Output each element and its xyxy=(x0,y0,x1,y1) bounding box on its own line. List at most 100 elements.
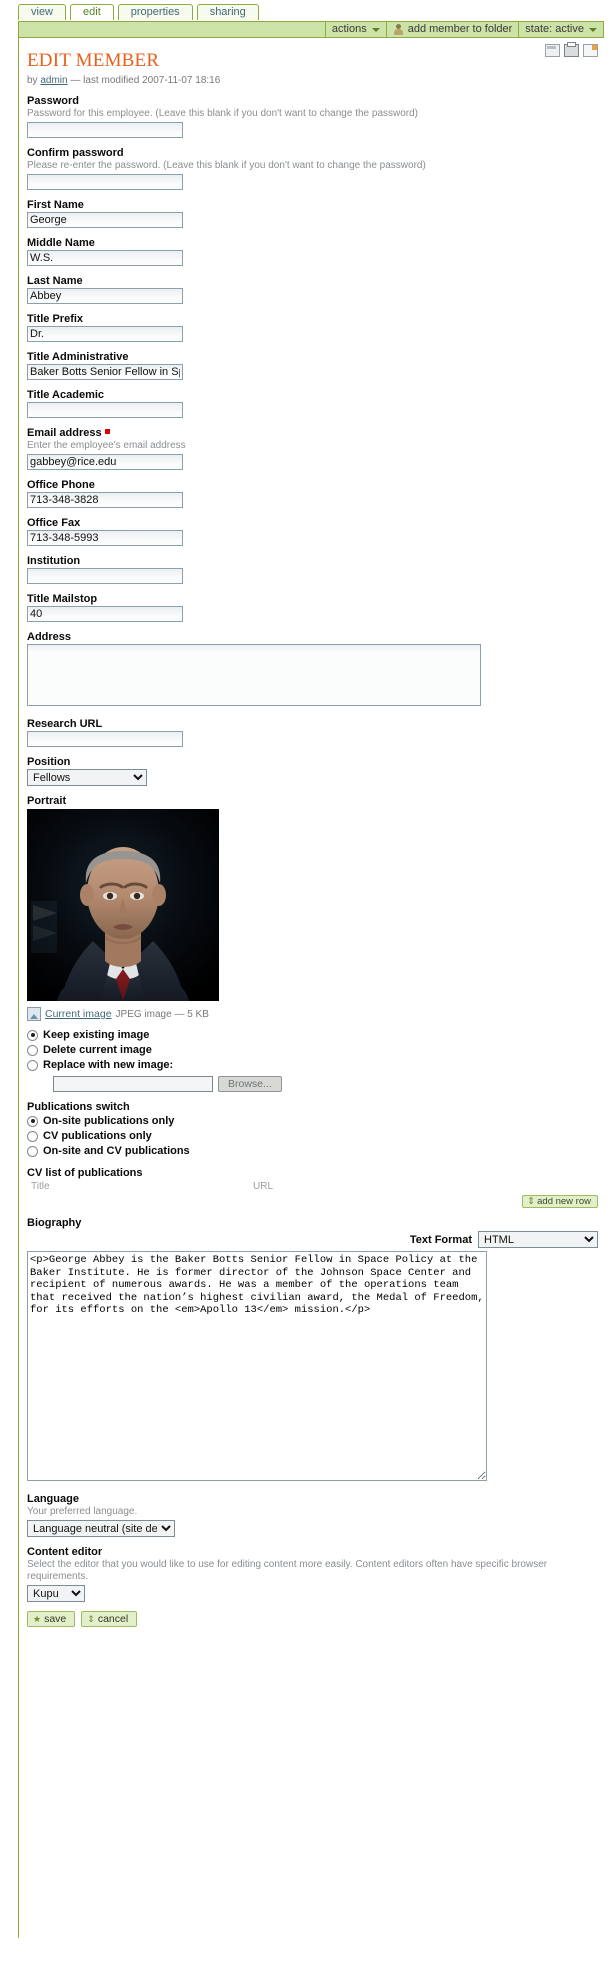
middle-name-label: Middle Name xyxy=(27,237,95,249)
actions-menu[interactable]: actions xyxy=(324,22,386,37)
add-new-row-button[interactable]: ⇕ add new row xyxy=(522,1195,598,1208)
portrait-preview xyxy=(27,809,598,1001)
cv-column-url: URL xyxy=(253,1181,274,1192)
email-label: Email address xyxy=(27,427,598,439)
research-url-input[interactable] xyxy=(27,731,183,747)
address-textarea[interactable] xyxy=(27,644,481,706)
position-select[interactable]: Fellows xyxy=(27,769,147,786)
position-label: Position xyxy=(27,756,71,768)
language-select[interactable]: Language neutral (site default) xyxy=(27,1520,175,1537)
portrait-label: Portrait xyxy=(27,795,67,807)
cv-publications-label: CV list of publications xyxy=(27,1167,143,1179)
save-button-label: save xyxy=(44,1613,67,1625)
field-first-name: First Name xyxy=(27,199,598,228)
publications-option-onsite[interactable]: On-site publications only xyxy=(27,1114,598,1128)
title-mailstop-input[interactable] xyxy=(27,606,183,622)
tab-properties[interactable]: properties xyxy=(117,4,193,20)
field-office-phone: Office Phone xyxy=(27,479,598,508)
print-icon[interactable] xyxy=(564,42,579,57)
add-member-label: add member to folder xyxy=(407,23,513,35)
email-label-text: Email address xyxy=(27,427,102,439)
publications-option-cv[interactable]: CV publications only xyxy=(27,1129,598,1143)
portrait-photo xyxy=(27,809,219,1001)
field-confirm-password: Confirm password Please re-enter the pas… xyxy=(27,147,598,190)
field-position: Position Fellows xyxy=(27,756,598,786)
browse-button[interactable]: Browse... xyxy=(218,1076,282,1092)
send-to-icon[interactable] xyxy=(545,44,560,57)
radio-icon[interactable] xyxy=(27,1059,38,1071)
tab-sharing[interactable]: sharing xyxy=(196,4,259,20)
save-icon: ★ xyxy=(33,1614,42,1624)
biography-label: Biography xyxy=(27,1217,82,1229)
content-action-bar: actions add member to folder state: acti… xyxy=(18,21,604,38)
add-icon: ⇕ xyxy=(527,1196,536,1207)
radio-icon[interactable] xyxy=(27,1130,38,1142)
tab-view[interactable]: view xyxy=(18,4,67,20)
first-name-input[interactable] xyxy=(27,212,183,228)
workflow-state-label: state: active xyxy=(525,23,584,35)
radio-icon[interactable] xyxy=(27,1145,38,1157)
actions-menu-label: actions xyxy=(331,23,367,35)
title-prefix-input[interactable] xyxy=(27,326,183,342)
email-field[interactable] xyxy=(27,454,183,470)
portrait-option-replace-label: Replace with new image: xyxy=(43,1059,174,1071)
publications-option-cv-label: CV publications only xyxy=(43,1130,152,1142)
main-content: EDIT MEMBER by admin — last modified 200… xyxy=(18,38,604,1938)
title-academic-input[interactable] xyxy=(27,402,183,418)
field-office-fax: Office Fax xyxy=(27,517,598,546)
add-to-favorites-icon[interactable] xyxy=(583,44,598,57)
field-title-mailstop: Title Mailstop xyxy=(27,593,598,622)
middle-name-input[interactable] xyxy=(27,250,183,266)
last-name-input[interactable] xyxy=(27,288,183,304)
radio-icon[interactable] xyxy=(27,1115,38,1127)
save-button[interactable]: ★ save xyxy=(27,1611,76,1627)
portrait-option-keep-label: Keep existing image xyxy=(43,1029,150,1041)
publications-option-onsite-label: On-site publications only xyxy=(43,1115,175,1127)
office-fax-input[interactable] xyxy=(27,530,183,546)
workflow-state-menu[interactable]: state: active xyxy=(518,22,603,37)
field-language: Language Your preferred language. Langua… xyxy=(27,1493,598,1537)
field-title-prefix: Title Prefix xyxy=(27,313,598,342)
text-format-select[interactable]: HTML xyxy=(478,1231,598,1248)
publications-option-both[interactable]: On-site and CV publications xyxy=(27,1144,598,1158)
cancel-button[interactable]: ⇕ cancel xyxy=(81,1611,138,1627)
content-editor-select[interactable]: Kupu xyxy=(27,1585,85,1602)
tab-edit[interactable]: edit xyxy=(70,4,114,20)
portrait-option-delete-label: Delete current image xyxy=(43,1044,152,1056)
field-content-editor: Content editor Select the editor that yo… xyxy=(27,1546,598,1602)
field-portrait: Portrait Current image JPEG image — 5 KB… xyxy=(27,795,598,1092)
research-url-label: Research URL xyxy=(27,718,103,730)
first-name-label: First Name xyxy=(27,199,84,211)
portrait-option-replace[interactable]: Replace with new image: xyxy=(27,1058,598,1072)
person-icon xyxy=(393,24,404,35)
portrait-option-keep[interactable]: Keep existing image xyxy=(27,1028,598,1042)
radio-icon[interactable] xyxy=(27,1044,38,1056)
form-buttons: ★ save ⇕ cancel xyxy=(27,1611,598,1627)
institution-input[interactable] xyxy=(27,568,183,584)
cv-publications-header: Title URL xyxy=(31,1181,598,1192)
biography-textarea[interactable]: <p>George Abbey is the Baker Botts Senio… xyxy=(27,1251,487,1481)
confirm-password-label: Confirm password xyxy=(27,147,124,159)
portrait-option-delete[interactable]: Delete current image xyxy=(27,1043,598,1057)
institution-label: Institution xyxy=(27,555,81,567)
portrait-file-input[interactable] xyxy=(53,1076,213,1092)
title-administrative-input[interactable] xyxy=(27,364,183,380)
title-mailstop-label: Title Mailstop xyxy=(27,593,98,605)
byline-prefix: by xyxy=(27,75,38,86)
password-input[interactable] xyxy=(27,122,183,138)
title-prefix-label: Title Prefix xyxy=(27,313,84,325)
content-editor-label: Content editor xyxy=(27,1546,103,1558)
current-image-link[interactable]: Current image xyxy=(45,1008,112,1020)
required-marker-icon xyxy=(104,429,110,434)
radio-icon[interactable] xyxy=(27,1029,38,1041)
byline-author-link[interactable]: admin xyxy=(40,75,67,86)
confirm-password-input[interactable] xyxy=(27,174,183,190)
cancel-button-label: cancel xyxy=(97,1613,129,1625)
office-phone-input[interactable] xyxy=(27,492,183,508)
byline-suffix: — last modified 2007-11-07 18:16 xyxy=(70,75,221,86)
confirm-password-help: Please re-enter the password. (Leave thi… xyxy=(27,160,426,171)
field-last-name: Last Name xyxy=(27,275,598,304)
add-member-to-folder-button[interactable]: add member to folder xyxy=(385,22,519,37)
publications-switch-label: Publications switch xyxy=(27,1101,130,1113)
chevron-down-icon xyxy=(589,27,597,32)
